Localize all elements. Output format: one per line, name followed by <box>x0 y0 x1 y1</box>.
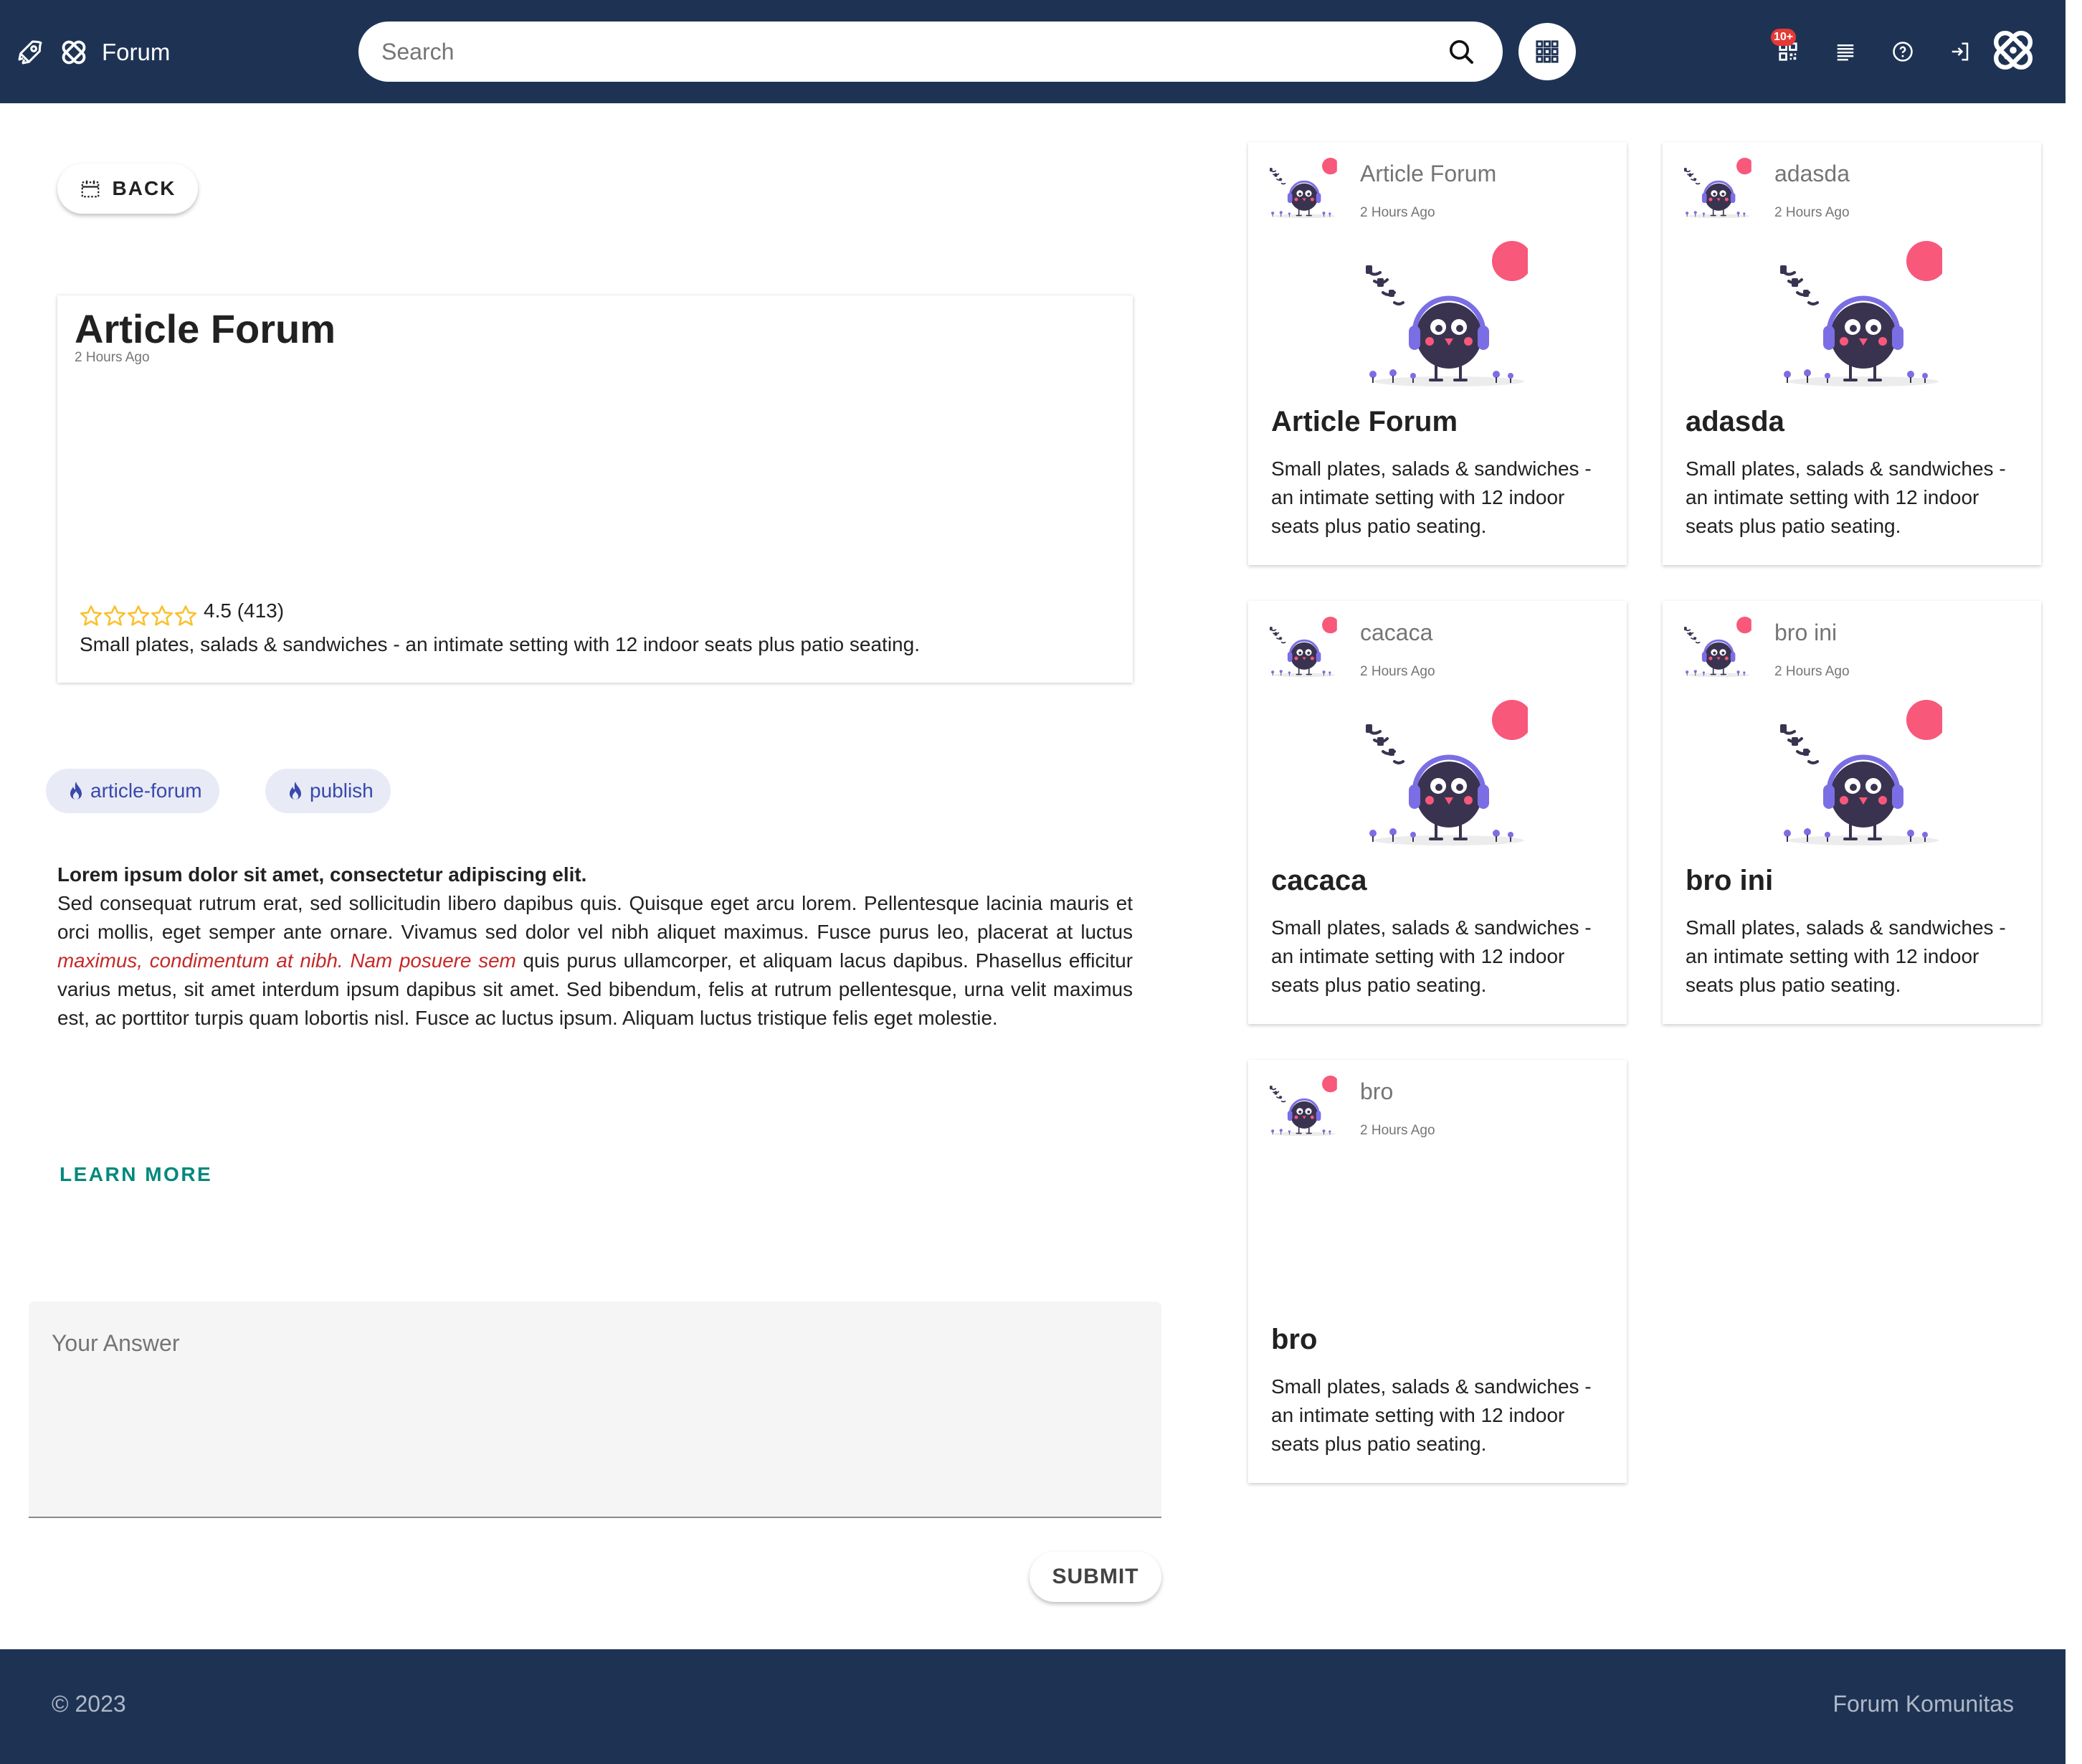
tag-chip[interactable]: article-forum <box>46 769 219 813</box>
card-name: bro <box>1360 1078 1394 1104</box>
article-title: Article Forum <box>75 306 336 351</box>
logout-icon <box>1952 42 1969 61</box>
card-image <box>1356 241 1528 393</box>
calendar-icon <box>81 180 99 198</box>
help-icon <box>1893 42 1913 62</box>
copyright: © 2023 <box>52 1691 126 1717</box>
card-time: 2 Hours Ago <box>1360 1123 1435 1138</box>
user-avatar-icon <box>1986 23 2040 77</box>
apps-grid-icon <box>1536 40 1559 63</box>
footer: © 2023 Forum Komunitas <box>0 1649 2066 1764</box>
card-time: 2 Hours Ago <box>1774 664 1850 679</box>
related-card[interactable]: cacaca 2 Hours Ago cacaca Small plates, … <box>1248 601 1627 1024</box>
card-title: Article Forum <box>1271 406 1458 437</box>
related-card[interactable]: Article Forum 2 Hours Ago Article Forum … <box>1248 142 1627 565</box>
brand[interactable]: Forum <box>16 34 170 70</box>
body-lead: Lorem ipsum dolor sit amet, consectetur … <box>57 863 587 886</box>
footer-site-name: Forum Komunitas <box>1833 1691 2014 1717</box>
star-icon <box>103 604 127 628</box>
card-image <box>1356 700 1528 852</box>
card-avatar-image <box>1680 617 1751 680</box>
body-text: Sed consequat rutrum erat, sed sollicitu… <box>57 892 1133 943</box>
app-name: Forum <box>102 39 171 65</box>
related-card[interactable]: bro ini 2 Hours Ago bro ini Small plates… <box>1663 601 2041 1024</box>
back-label: BACK <box>112 177 176 199</box>
learn-more-link[interactable]: LEARN MORE <box>60 1163 212 1186</box>
app-root: Forum 10+ BACK Article Forum 2 <box>0 0 2082 1764</box>
apps-grid-button[interactable] <box>1518 23 1576 80</box>
card-description: Small plates, salads & sandwiches - an i… <box>1686 916 2006 996</box>
star-icon <box>126 604 151 628</box>
rocket-icon[interactable] <box>16 38 44 67</box>
card-avatar-image <box>1265 617 1337 680</box>
notification-badge: 10+ <box>1771 29 1797 46</box>
logo-icon <box>57 36 90 69</box>
tag-label: article-forum <box>90 779 202 802</box>
article-description: Small plates, salads & sandwiches - an i… <box>80 633 920 655</box>
body-emphasis: maximus, condimentum at nibh. Nam posuer… <box>57 949 516 972</box>
card-avatar-image <box>1680 158 1751 221</box>
back-button[interactable]: BACK <box>57 163 198 214</box>
related-card[interactable]: bro 2 Hours Ago bro Small plates, salads… <box>1248 1060 1627 1483</box>
article-card: Article Forum 2 Hours Ago 4.5 (413) Smal… <box>57 295 1133 683</box>
logout-button[interactable] <box>1946 37 1974 66</box>
card-title: bro ini <box>1686 865 1774 896</box>
search-bar <box>358 22 1503 82</box>
card-image <box>1770 241 1942 393</box>
card-title: adasda <box>1686 406 1784 437</box>
card-name: adasda <box>1774 161 1850 186</box>
help-button[interactable] <box>1888 37 1917 66</box>
tag-chip[interactable]: publish <box>265 769 391 813</box>
card-name: cacaca <box>1360 620 1433 645</box>
card-title: bro <box>1271 1324 1318 1355</box>
star-rating <box>79 604 197 628</box>
article-body: Lorem ipsum dolor sit amet, consectetur … <box>57 860 1133 1033</box>
card-time: 2 Hours Ago <box>1360 205 1435 220</box>
star-icon <box>150 604 174 628</box>
card-avatar-image <box>1265 1076 1337 1139</box>
card-description: Small plates, salads & sandwiches - an i… <box>1271 916 1592 996</box>
list-icon <box>1837 44 1854 61</box>
article-time: 2 Hours Ago <box>75 350 150 365</box>
card-avatar-image <box>1265 158 1337 221</box>
card-description: Small plates, salads & sandwiches - an i… <box>1271 1375 1592 1455</box>
card-description: Small plates, salads & sandwiches - an i… <box>1271 457 1592 537</box>
top-bar: Forum 10+ <box>0 0 2066 103</box>
card-description: Small plates, salads & sandwiches - an i… <box>1686 457 2006 537</box>
card-time: 2 Hours Ago <box>1360 664 1435 679</box>
fire-icon <box>287 780 304 802</box>
search-icon[interactable] <box>1447 37 1475 66</box>
user-avatar[interactable] <box>1986 23 2040 77</box>
card-name: bro ini <box>1774 620 1838 645</box>
card-title: cacaca <box>1271 865 1367 896</box>
card-image <box>1770 700 1942 852</box>
list-button[interactable] <box>1831 37 1860 66</box>
submit-button[interactable]: SUBMIT <box>1030 1552 1161 1602</box>
search-input[interactable] <box>381 22 1414 82</box>
related-card[interactable]: adasda 2 Hours Ago adasda Small plates, … <box>1663 142 2041 565</box>
fire-icon <box>67 780 85 802</box>
tag-label: publish <box>310 779 374 802</box>
star-icon <box>174 604 198 628</box>
rating-text: 4.5 (413) <box>204 599 285 622</box>
star-icon <box>79 604 103 628</box>
answer-field[interactable] <box>29 1301 1161 1518</box>
card-name: Article Forum <box>1360 161 1497 186</box>
card-time: 2 Hours Ago <box>1774 205 1850 220</box>
